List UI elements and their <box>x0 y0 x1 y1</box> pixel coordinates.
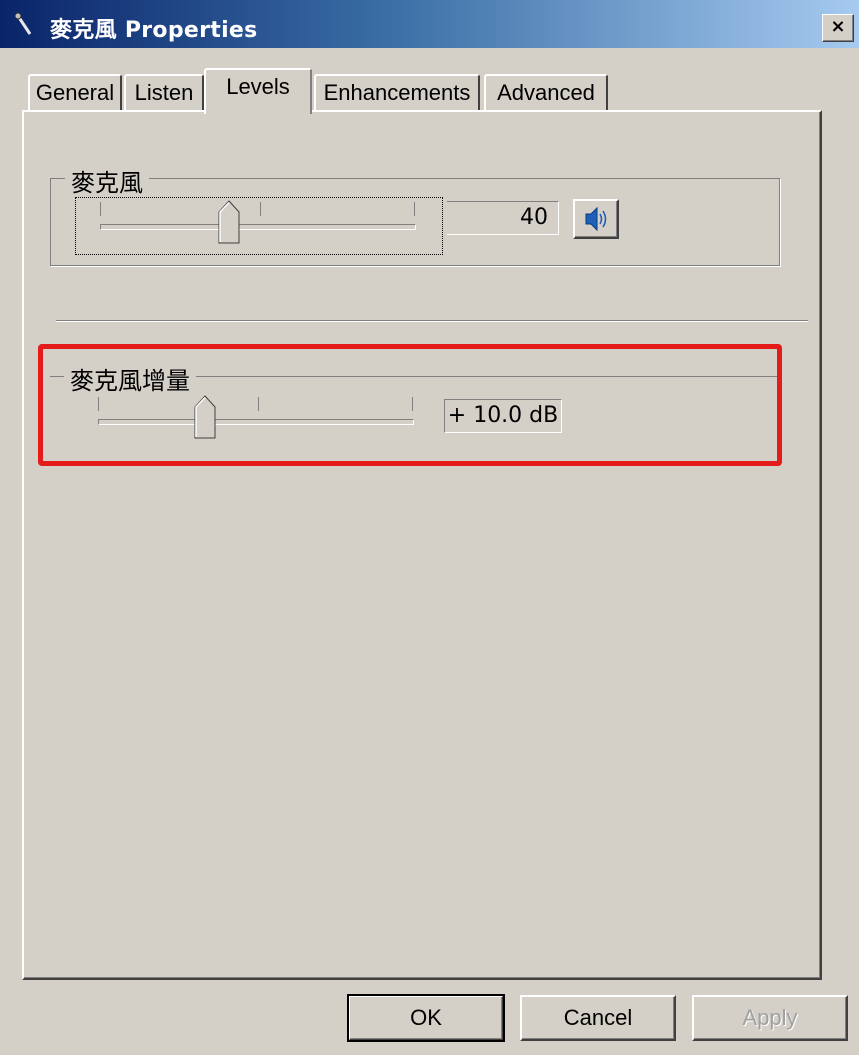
ok-button[interactable]: OK <box>347 994 505 1042</box>
microphone-level-value[interactable]: 40 <box>447 201 559 235</box>
highlight-annotation <box>38 344 782 466</box>
mute-button[interactable] <box>573 199 619 239</box>
close-button[interactable]: × <box>822 14 854 42</box>
levels-panel: 麥克風 40 麥克風增量 + 10.0 dB <box>22 110 822 980</box>
tab-listen[interactable]: Listen <box>124 74 204 110</box>
apply-button[interactable]: Apply <box>692 995 848 1041</box>
slider-track <box>100 224 416 230</box>
slider-thumb[interactable] <box>218 200 240 244</box>
microphone-level-group: 麥克風 40 <box>50 163 780 266</box>
window-title: 麥克風 Properties <box>50 18 258 43</box>
separator <box>56 320 808 322</box>
tab-general[interactable]: General <box>28 74 122 110</box>
tab-advanced[interactable]: Advanced <box>484 74 608 110</box>
microphone-icon <box>12 12 36 36</box>
microphone-level-label: 麥克風 <box>65 163 149 198</box>
slider-tick <box>100 202 101 216</box>
slider-tick <box>260 202 261 216</box>
tab-levels[interactable]: Levels <box>204 68 312 114</box>
speaker-icon <box>575 206 617 241</box>
slider-tick <box>414 202 415 216</box>
tab-enhancements[interactable]: Enhancements <box>314 74 480 110</box>
microphone-level-slider[interactable] <box>75 197 443 255</box>
cancel-button[interactable]: Cancel <box>520 995 676 1041</box>
title-bar[interactable]: 麥克風 Properties × <box>0 0 859 48</box>
